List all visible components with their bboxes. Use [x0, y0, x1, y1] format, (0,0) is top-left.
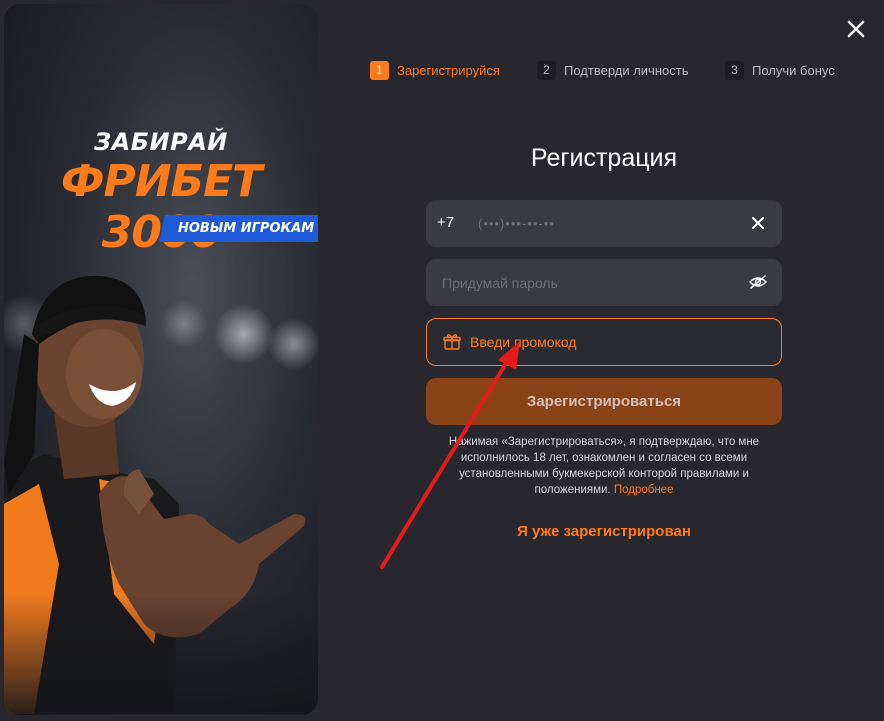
clear-icon[interactable]: [748, 213, 768, 233]
step-2: 2 Подтверди личность: [537, 61, 688, 80]
terms-body: Нажимая «Зарегистрироваться», я подтверж…: [448, 436, 760, 496]
password-input[interactable]: [442, 259, 722, 306]
banner-tag-label: НОВЫМ ИГРОКАМ: [178, 221, 315, 236]
registration-modal: ЗАБИРАЙ ФРИБЕТ 3000 НОВЫМ ИГРОКАМ: [0, 0, 884, 721]
step-label: Зарегистрируйся: [397, 63, 500, 78]
player-image: [4, 275, 318, 714]
terms-more-link[interactable]: Подробнее: [614, 484, 674, 496]
password-field[interactable]: [426, 259, 782, 306]
promo-code-label: Введи промокод: [470, 334, 577, 350]
step-number: 2: [537, 61, 556, 80]
promo-banner: ЗАБИРАЙ ФРИБЕТ 3000 НОВЫМ ИГРОКАМ: [4, 4, 318, 715]
step-number: 1: [370, 61, 389, 80]
step-label: Подтверди личность: [564, 63, 689, 78]
gift-icon: [443, 334, 461, 350]
step-3: 3 Получи бонус: [725, 61, 835, 80]
terms-text: Нажимая «Зарегистрироваться», я подтверж…: [436, 434, 772, 498]
banner-bottom-fade: [4, 594, 318, 714]
already-registered-link[interactable]: Я уже зарегистрирован: [426, 523, 782, 540]
step-1: 1 Зарегистрируйся: [370, 61, 500, 80]
banner-title-line2: ФРИБЕТ 3000: [60, 156, 262, 258]
step-label: Получи бонус: [752, 63, 835, 78]
banner-tag: НОВЫМ ИГРОКАМ: [159, 215, 318, 242]
step-number: 3: [725, 61, 744, 80]
phone-field[interactable]: +7: [426, 200, 782, 247]
player-face-shade: [66, 329, 142, 419]
phone-prefix: +7: [437, 214, 455, 231]
phone-input[interactable]: [478, 200, 728, 247]
close-icon[interactable]: [844, 17, 868, 41]
promo-code-button[interactable]: Введи промокод: [426, 318, 782, 366]
banner-title-line1: ЗАБИРАЙ: [94, 128, 228, 156]
register-button[interactable]: Зарегистрироваться: [426, 378, 782, 425]
eye-off-icon[interactable]: [748, 272, 768, 292]
page-title: Регистрация: [530, 144, 678, 172]
